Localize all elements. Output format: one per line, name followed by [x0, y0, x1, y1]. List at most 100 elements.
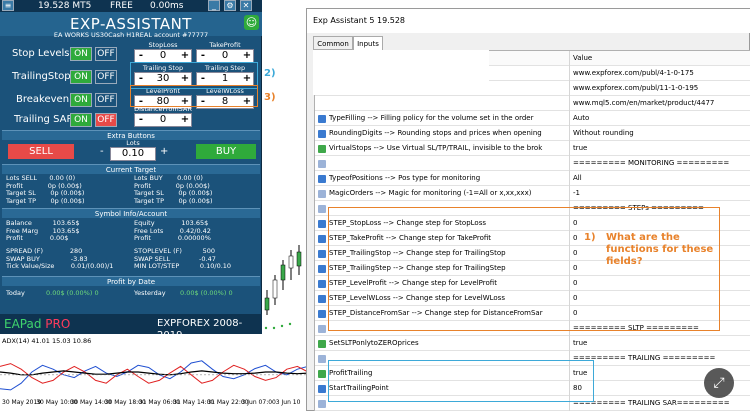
trailing-sar-on-button[interactable]: ON	[70, 113, 92, 127]
symbol-info-header[interactable]: Symbol Info/Account	[2, 208, 260, 218]
stop-levels-off-button[interactable]: OFF	[95, 47, 117, 61]
distancefromsar-plus[interactable]: +	[179, 114, 191, 126]
numeric-type-icon	[318, 310, 326, 318]
profit-today-label: Today	[6, 289, 25, 297]
current-target-header[interactable]: Current Target	[2, 164, 260, 174]
profit-yesterday-value: 0.00$ (0.00%) 0	[180, 289, 233, 297]
input-row[interactable]: TypeofPositions --> Pos type for monitor…	[315, 171, 750, 186]
price-candles	[264, 245, 302, 330]
menu-icon[interactable]: ≡	[2, 0, 14, 11]
close-icon[interactable]: ✕	[240, 0, 252, 11]
input-value[interactable]: ========= TRAILING =========	[569, 351, 750, 366]
input-name: MagicOrders --> Magic for monitoring (-1…	[329, 189, 532, 197]
input-row[interactable]: www.mql5.com/en/market/product/4477	[315, 96, 750, 111]
distancefromsar-minus[interactable]: -	[135, 114, 147, 126]
eapad-logo-text: EAPad	[4, 317, 42, 331]
input-name: SetSLTPonlytoZEROprices	[329, 339, 419, 347]
screenshot-root: ≡ 19.528 MT5 FREE 0.00ms _ ⚙ ✕ EXP-ASSIS…	[0, 0, 750, 411]
input-row[interactable]: RoundingDigits --> Rounding stops and pr…	[315, 126, 750, 141]
account-right: Equity 103.65$ Free Lots 0.42/0.42 Profi…	[134, 219, 211, 242]
numeric-type-icon	[318, 265, 326, 273]
tab-common[interactable]: Common	[313, 36, 353, 50]
stop-levels-on-button[interactable]: ON	[70, 47, 92, 61]
stoploss-plus[interactable]: +	[179, 50, 191, 62]
ea-latency: 0.00ms	[150, 1, 184, 11]
sell-button[interactable]: SELL	[8, 144, 74, 159]
annotation-label-1: 1)	[584, 232, 596, 243]
string-type-icon	[318, 325, 326, 333]
input-row[interactable]: VirtualStops --> Use Virtual SL/TP/TRAIL…	[315, 141, 750, 156]
ea-status-bar: ≡ 19.528 MT5 FREE 0.00ms _ ⚙ ✕	[0, 0, 262, 12]
numeric-type-icon	[318, 385, 326, 393]
profit-by-date-header[interactable]: Profit by Date	[2, 276, 260, 286]
current-target-sell: Lots SELL 0.00 (0) Profit 0p (0.00$) Tar…	[6, 174, 85, 205]
input-name: TypeFilling --> Filling policy for the v…	[329, 114, 534, 122]
trailingstop-label: TrailingStop	[12, 71, 71, 82]
takeprofit-minus[interactable]: -	[197, 50, 209, 62]
boolean-type-icon	[318, 145, 326, 153]
lots-input[interactable]: 0.10	[110, 147, 156, 161]
input-value[interactable]: ========= TRAILING SAR=========	[569, 396, 750, 411]
trailing-sar-off-button[interactable]: OFF	[95, 113, 117, 127]
string-type-icon	[318, 205, 326, 213]
takeprofit-value[interactable]: 0	[209, 50, 241, 62]
input-value[interactable]: Auto	[569, 111, 750, 126]
numeric-type-icon	[318, 220, 326, 228]
input-value[interactable]: -1	[569, 186, 750, 201]
profit-yesterday-label: Yesterday	[134, 289, 166, 297]
stoploss-stepper[interactable]: - 0 +	[134, 49, 192, 63]
input-value[interactable]: www.expforex.com/publ/11-1-0-195	[569, 81, 750, 96]
blank-overlay	[313, 50, 489, 95]
input-value[interactable]: Without rounding	[569, 126, 750, 141]
distancefromsar-stepper[interactable]: - 0 +	[134, 113, 192, 127]
breakeven-off-button[interactable]: OFF	[95, 93, 117, 107]
tab-inputs[interactable]: Inputs	[353, 36, 383, 50]
input-value[interactable]: www.expforex.com/publ/4-1-0-175	[569, 66, 750, 81]
lots-value[interactable]: 0.10	[111, 148, 155, 160]
input-value[interactable]: true	[569, 336, 750, 351]
ea-assistant-panel: ≡ 19.528 MT5 FREE 0.00ms _ ⚙ ✕ EXP-ASSIS…	[0, 0, 262, 341]
time-axis-label: 3 Jun 07:00	[241, 399, 276, 406]
trailingstop-off-button[interactable]: OFF	[95, 70, 117, 84]
lots-minus-button[interactable]: -	[100, 146, 104, 157]
numeric-type-icon	[318, 295, 326, 303]
buy-button[interactable]: BUY	[196, 144, 256, 159]
input-name: TypeofPositions --> Pos type for monitor…	[329, 174, 481, 182]
annotation-box-steps	[328, 207, 720, 331]
takeprofit-stepper[interactable]: - 0 +	[196, 49, 254, 63]
distancefromsar-value[interactable]: 0	[147, 114, 179, 126]
ea-price: 19.528 MT5	[38, 1, 92, 11]
input-value[interactable]: ========= MONITORING =========	[569, 156, 750, 171]
takeprofit-plus[interactable]: +	[241, 50, 253, 62]
input-row[interactable]: TypeFilling --> Filling policy for the v…	[315, 111, 750, 126]
input-row[interactable]: ========= MONITORING =========	[315, 156, 750, 171]
string-type-icon	[318, 160, 326, 168]
trailingstop-on-button[interactable]: ON	[70, 70, 92, 84]
stoploss-caption: StopLoss	[148, 41, 178, 49]
annotation-box-trailing-inputs	[328, 360, 594, 402]
breakeven-label: Breakeven	[16, 94, 70, 105]
annotation-label-3: 3)	[264, 92, 276, 103]
properties-title: Exp Assistant 5 19.528	[307, 9, 750, 33]
symbol-left: SPREAD (F) 280 SWAP BUY -3.83 Tick Value…	[6, 247, 114, 270]
stoploss-value[interactable]: 0	[147, 50, 179, 62]
eapad-logo-pro: PRO	[45, 317, 71, 331]
input-row[interactable]: SetSLTPonlytoZEROprices true	[315, 336, 750, 351]
input-row[interactable]: MagicOrders --> Magic for monitoring (-1…	[315, 186, 750, 201]
settings-icon[interactable]: ⚙	[224, 0, 236, 11]
profit-today-value: 0.00$ (0.00%) 0	[46, 289, 99, 297]
input-value[interactable]: true	[569, 141, 750, 156]
breakeven-on-button[interactable]: ON	[70, 93, 92, 107]
numeric-type-icon	[318, 280, 326, 288]
string-type-icon	[318, 190, 326, 198]
input-value[interactable]: www.mql5.com/en/market/product/4477	[569, 96, 750, 111]
stoploss-minus[interactable]: -	[135, 50, 147, 62]
lots-plus-button[interactable]: +	[160, 146, 168, 157]
minimize-icon[interactable]: _	[208, 0, 220, 11]
numeric-type-icon	[318, 250, 326, 258]
time-axis: 30 May 2019 30 May 10:00 30 May 14:00 30 Ma…	[0, 399, 308, 411]
ea-footer: EAPad PRO EXPFOREX 2008-2019	[0, 314, 262, 341]
zoom-icon[interactable]: ⤢	[704, 368, 734, 398]
input-value[interactable]: All	[569, 171, 750, 186]
string-type-icon	[318, 400, 326, 408]
